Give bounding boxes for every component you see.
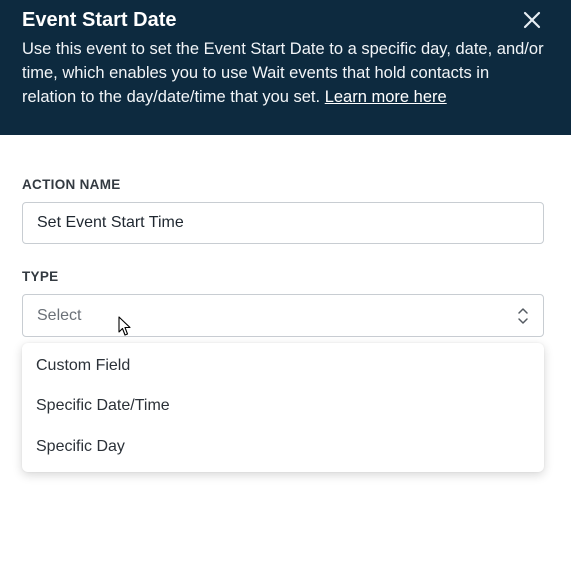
panel-description: Use this event to set the Event Start Da…: [22, 37, 547, 109]
panel-title: Event Start Date: [22, 9, 177, 31]
option-custom-field[interactable]: Custom Field: [36, 357, 130, 375]
option-specific-date-time[interactable]: Specific Date/Time: [36, 397, 170, 415]
type-select[interactable]: Select: [22, 294, 544, 337]
description-text: Use this event to set the Event Start Da…: [22, 40, 544, 106]
type-label: TYPE: [22, 269, 59, 284]
type-select-placeholder: Select: [37, 307, 82, 324]
learn-more-link[interactable]: Learn more here: [325, 88, 447, 106]
mouse-pointer-icon: [118, 316, 132, 342]
panel-header: Event Start Date Use this event to set t…: [0, 0, 571, 135]
action-name-input[interactable]: Set Event Start Time: [22, 202, 544, 244]
type-dropdown-menu: Custom Field Specific Date/Time Specific…: [22, 343, 544, 472]
chevron-up-down-icon: [517, 306, 529, 331]
close-icon[interactable]: [521, 9, 543, 31]
option-specific-day[interactable]: Specific Day: [36, 438, 125, 456]
action-name-label: ACTION NAME: [22, 177, 121, 192]
